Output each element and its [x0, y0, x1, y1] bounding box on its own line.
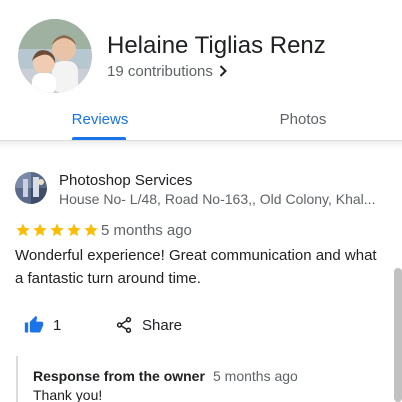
place-name[interactable]: Photoshop Services [59, 172, 192, 189]
scrollbar[interactable] [394, 268, 402, 402]
contributions-link[interactable]: 19 contributions [107, 61, 229, 81]
owner-response-text: Thank you! [33, 387, 103, 402]
review-time: 5 months ago [101, 222, 192, 239]
tab-reviews[interactable]: Reviews [58, 98, 142, 140]
owner-response-label: Response from the owner [33, 368, 205, 384]
avatar [18, 19, 92, 93]
place-thumbnail[interactable] [15, 172, 47, 204]
star-icon [50, 223, 64, 237]
review-text: Wonderful experience! Great communicatio… [15, 247, 377, 287]
profile-header: Helaine Tiglias Renz 19 contributions [0, 0, 402, 98]
selected-tab-indicator [72, 137, 126, 140]
contributor-profile-page: Helaine Tiglias Renz 19 contributions Re… [0, 0, 402, 402]
star-icon [67, 223, 81, 237]
tab-photos[interactable]: Photos [260, 98, 346, 140]
like-button[interactable]: 1 [24, 312, 61, 338]
section-divider [0, 141, 402, 149]
star-icon [84, 223, 98, 237]
thumbs-up-icon [24, 315, 44, 333]
owner-response: Response from the owner 5 months ago Tha… [16, 356, 388, 402]
star-rating [15, 222, 99, 238]
contributions-count: 19 contributions [107, 62, 213, 80]
share-icon [116, 317, 132, 333]
share-label: Share [142, 316, 183, 334]
place-address: House No- L/48, Road No-163,, Old Colony… [59, 191, 376, 207]
star-icon [33, 223, 47, 237]
like-count: 1 [53, 316, 62, 334]
chevron-right-icon [217, 64, 229, 78]
profile-tabs: Reviews Photos [0, 98, 402, 141]
profile-name: Helaine Tiglias Renz [107, 32, 326, 59]
star-icon [16, 223, 30, 237]
share-button[interactable]: Share [115, 312, 182, 338]
owner-response-time: 5 months ago [213, 368, 298, 384]
